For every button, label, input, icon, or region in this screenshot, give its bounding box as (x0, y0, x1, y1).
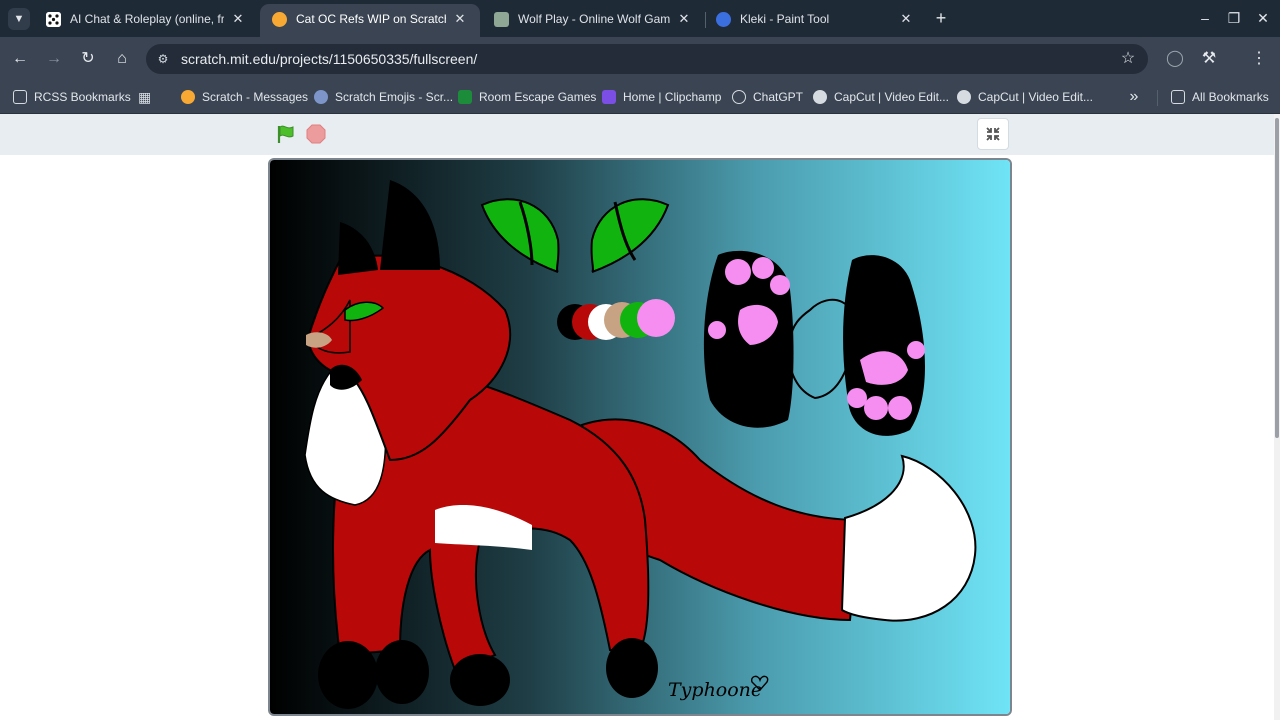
capcut-icon (957, 90, 971, 104)
apps-grid-icon: ▦ (138, 89, 152, 105)
tab-ai-chat[interactable]: AI Chat & Roleplay (online, free ✕ (34, 4, 258, 37)
extensions-puzzle-icon[interactable]: ⚒ (1197, 47, 1221, 71)
menu-kebab-icon[interactable]: ⋮ (1247, 47, 1271, 71)
browser-toolbar: ← → ↻ ⌂ ⚙ scratch.mit.edu/projects/11506… (0, 37, 1280, 81)
address-bar[interactable]: ⚙ scratch.mit.edu/projects/1150650335/fu… (146, 44, 1148, 74)
forward-arrow-icon[interactable]: → (42, 47, 66, 71)
tab-wolf-play[interactable]: Wolf Play - Online Wolf Game! ✕ (482, 4, 704, 37)
close-icon[interactable]: ✕ (898, 11, 914, 27)
bookmark-apps[interactable]: ▦ (138, 86, 152, 108)
tab-search-button[interactable]: ▼ (8, 8, 30, 30)
minimize-icon[interactable]: – (1192, 6, 1218, 30)
url-text[interactable]: scratch.mit.edu/projects/1150650335/full… (181, 51, 477, 67)
stage-header (0, 114, 1274, 155)
tab-cat-oc-refs[interactable]: Cat OC Refs WIP on Scratch ✕ (260, 4, 480, 37)
kleki-icon (716, 12, 731, 27)
shield-icon[interactable]: ◯ (1163, 47, 1187, 71)
dice-icon (46, 12, 61, 27)
scratch-emojis-icon (314, 90, 328, 104)
reload-icon[interactable]: ↻ (76, 47, 100, 71)
site-settings-icon[interactable]: ⚙ (154, 50, 172, 68)
fox-reference-artwork: Typhoone (270, 160, 1010, 714)
stop-sign-icon[interactable] (306, 124, 326, 144)
bookmark-star-icon[interactable]: ☆ (1118, 49, 1138, 69)
more-bookmarks-chevron-icon[interactable]: » (1126, 86, 1142, 108)
artist-signature: Typhoone (668, 679, 762, 701)
wolf-play-icon (494, 12, 509, 27)
bookmarks-bar: RCSS Bookmarks ▦ Scratch - Messages Scra… (0, 81, 1280, 114)
close-icon[interactable]: ✕ (230, 11, 246, 27)
tab-kleki[interactable]: Kleki - Paint Tool ✕ (704, 4, 926, 37)
palette-swatch-pink (637, 299, 675, 337)
puzzle-icon (458, 90, 472, 104)
clipchamp-icon (602, 90, 616, 104)
home-icon[interactable]: ⌂ (110, 47, 134, 71)
project-stage[interactable]: Typhoone (268, 158, 1012, 716)
folder-icon (13, 90, 27, 104)
exit-fullscreen-icon (986, 127, 1000, 141)
tab-strip: ▼ AI Chat & Roleplay (online, free ✕ Cat… (0, 0, 1280, 37)
color-palette (557, 299, 675, 340)
scratch-icon (272, 12, 287, 27)
tab-title: Cat OC Refs WIP on Scratch (296, 12, 446, 26)
green-flag-icon[interactable] (276, 124, 296, 144)
restore-icon[interactable]: ❐ (1221, 6, 1247, 30)
tab-title: Wolf Play - Online Wolf Game! (518, 12, 670, 26)
new-tab-plus-icon[interactable]: + (930, 8, 952, 30)
folder-icon (1171, 90, 1185, 104)
scratch-icon (181, 90, 195, 104)
chatgpt-icon (732, 90, 746, 104)
close-icon[interactable]: ✕ (676, 11, 692, 27)
tab-title: AI Chat & Roleplay (online, free (70, 12, 224, 26)
tab-title: Kleki - Paint Tool (740, 12, 830, 26)
page-scrollbar-thumb[interactable] (1275, 118, 1279, 438)
window-close-icon[interactable]: ✕ (1250, 6, 1276, 30)
bookmark-separator (1157, 90, 1158, 106)
back-arrow-icon[interactable]: ← (8, 47, 32, 71)
exit-fullscreen-button[interactable] (977, 118, 1009, 150)
capcut-icon (813, 90, 827, 104)
close-icon[interactable]: ✕ (452, 11, 468, 27)
